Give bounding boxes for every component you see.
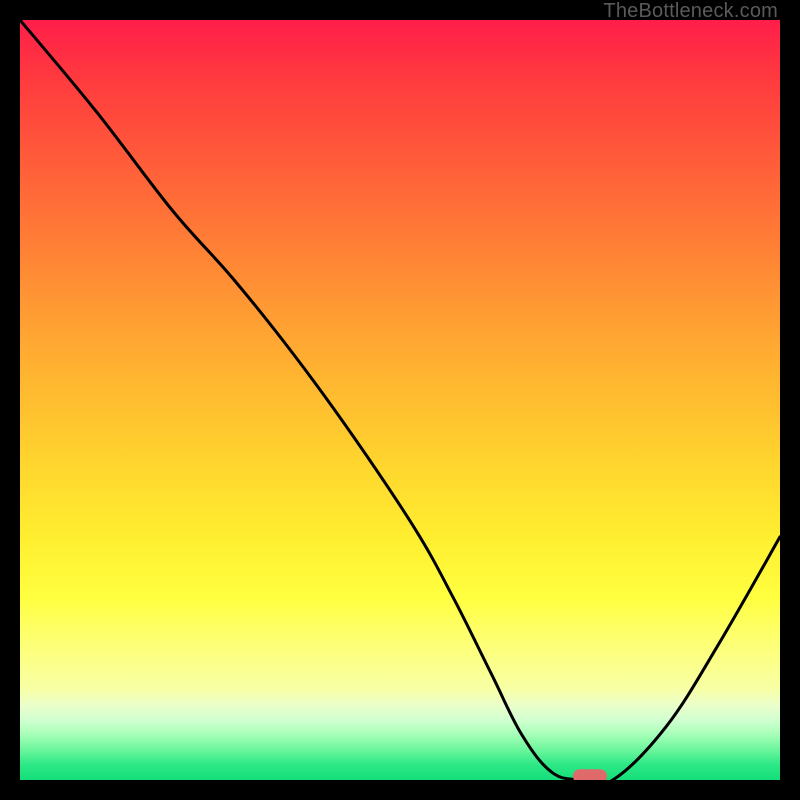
chart-svg [20,20,780,780]
optimal-marker [573,769,607,780]
plot-area [20,20,780,780]
bottleneck-curve-path [20,20,780,780]
chart-frame: TheBottleneck.com [0,0,800,800]
